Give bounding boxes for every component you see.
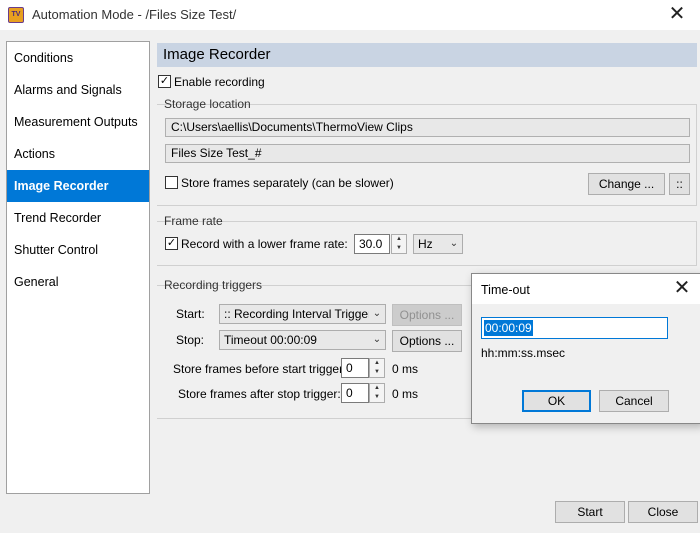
close-icon[interactable]: ✕ [667, 276, 697, 302]
spin-down-icon[interactable]: ▼ [392, 244, 406, 253]
nav-item-general[interactable]: General [7, 266, 149, 298]
timeout-dialog: Time-out ✕ 00:00:09 hh:mm:ss.msec OK Can… [471, 273, 700, 424]
start-trigger-select[interactable]: :: Recording Interval Trigger 10 ⌄ [219, 304, 386, 324]
start-trigger-label: Start: [176, 307, 205, 321]
app-logo-icon: TV [8, 7, 24, 23]
separate-frames-checkbox[interactable] [165, 176, 178, 189]
stop-trigger-label: Stop: [176, 333, 205, 347]
filename-field[interactable]: Files Size Test_# [165, 144, 690, 163]
title-bar: TV Automation Mode - /Files Size Test/ ✕ [0, 0, 700, 30]
dialog-title-bar: Time-out ✕ [472, 274, 700, 304]
close-button[interactable]: Close [628, 501, 698, 523]
timeout-format-hint: hh:mm:ss.msec [481, 346, 566, 360]
lower-frame-rate-checkbox[interactable]: ✓ [165, 237, 178, 250]
frames-after-stop-spinner[interactable]: ▲ ▼ [369, 383, 385, 403]
chevron-down-icon: ⌄ [369, 305, 385, 323]
frames-after-stop-input[interactable]: 0 [341, 383, 369, 403]
frames-after-stop-unit: 0 ms [392, 387, 419, 401]
storage-path-field[interactable]: C:\Users\aellis\Documents\ThermoView Cli… [165, 118, 690, 137]
frame-rate-title: Frame rate [164, 214, 223, 228]
enable-recording-label: Enable recording [174, 75, 265, 89]
spin-up-icon[interactable]: ▲ [370, 359, 384, 368]
chevron-down-icon: ⌄ [369, 331, 385, 349]
frame-rate-unit-value: Hz [418, 237, 433, 251]
nav-item-image-recorder[interactable]: Image Recorder [7, 170, 149, 202]
timeout-input[interactable]: 00:00:09 [481, 317, 668, 339]
nav-item-conditions[interactable]: Conditions [7, 42, 149, 74]
window-close-icon[interactable]: ✕ [654, 0, 700, 30]
separate-frames-label: Store frames separately (can be slower) [181, 176, 394, 190]
settings-nav: Conditions Alarms and Signals Measuremen… [6, 41, 150, 494]
stop-trigger-select[interactable]: Timeout 00:00:09 ⌄ [219, 330, 386, 350]
timeout-input-value: 00:00:09 [484, 320, 533, 336]
spin-up-icon[interactable]: ▲ [392, 235, 406, 244]
stop-options-button[interactable]: Options ... [392, 330, 462, 352]
frames-before-start-unit: 0 ms [392, 362, 419, 376]
spin-up-icon[interactable]: ▲ [370, 384, 384, 393]
window-title: Automation Mode - /Files Size Test/ [32, 7, 237, 22]
frames-after-stop-label: Store frames after stop trigger: [178, 387, 341, 401]
nav-item-measurement-outputs[interactable]: Measurement Outputs [7, 106, 149, 138]
frame-rate-spinner[interactable]: ▲ ▼ [391, 234, 407, 254]
frame-rate-input[interactable]: 30.0 [354, 234, 390, 254]
location-options-button[interactable]: :: [669, 173, 690, 195]
frames-before-start-spinner[interactable]: ▲ ▼ [369, 358, 385, 378]
change-location-button[interactable]: Change ... [588, 173, 665, 195]
ok-button[interactable]: OK [522, 390, 591, 412]
storage-location-title: Storage location [164, 97, 251, 111]
stop-trigger-value: Timeout 00:00:09 [224, 333, 317, 347]
spin-down-icon[interactable]: ▼ [370, 368, 384, 377]
nav-item-alarms-and-signals[interactable]: Alarms and Signals [7, 74, 149, 106]
start-options-button[interactable]: Options ... [392, 304, 462, 326]
recording-triggers-title: Recording triggers [164, 278, 263, 292]
frames-before-start-input[interactable]: 0 [341, 358, 369, 378]
start-trigger-value: :: Recording Interval Trigger 10 [224, 307, 386, 321]
spin-down-icon[interactable]: ▼ [370, 393, 384, 402]
frame-rate-unit-select[interactable]: Hz ⌄ [413, 234, 463, 254]
frames-before-start-label: Store frames before start trigger: [173, 362, 347, 376]
start-button[interactable]: Start [555, 501, 625, 523]
nav-item-trend-recorder[interactable]: Trend Recorder [7, 202, 149, 234]
enable-recording-checkbox[interactable]: ✓ [158, 75, 171, 88]
nav-item-actions[interactable]: Actions [7, 138, 149, 170]
dialog-title: Time-out [481, 283, 530, 297]
chevron-down-icon: ⌄ [446, 235, 462, 253]
panel-title: Image Recorder [157, 43, 697, 67]
lower-frame-rate-label: Record with a lower frame rate: [181, 237, 348, 251]
cancel-button[interactable]: Cancel [599, 390, 669, 412]
nav-item-shutter-control[interactable]: Shutter Control [7, 234, 149, 266]
